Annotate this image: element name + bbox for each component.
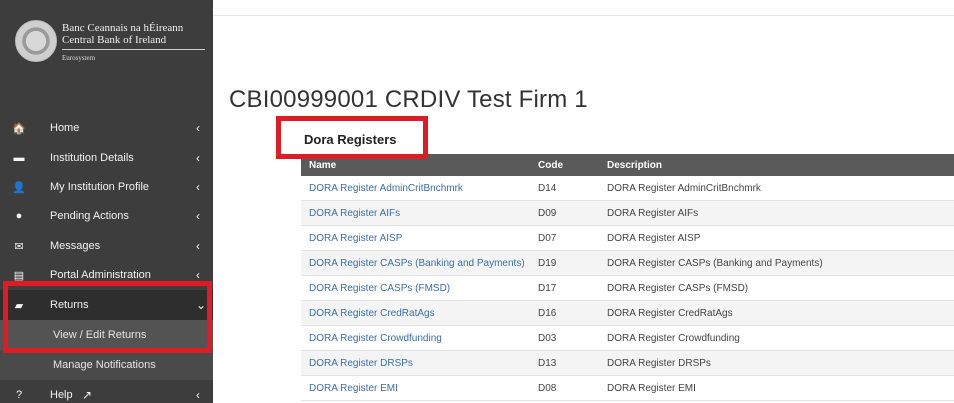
sidebar-item-help[interactable]: ? Help ↗ ‹ — [0, 380, 213, 403]
dora-registers-table: Name Code Description DORA Register Admi… — [301, 154, 954, 401]
register-name-link[interactable]: DORA Register CASPs (FMSD) — [309, 276, 450, 301]
sidebar-item-messages[interactable]: ✉ Messages ‹ — [0, 231, 213, 261]
table-row: DORA Register Crowdfunding D03 DORA Regi… — [301, 326, 954, 351]
table-row: DORA Register CASPs (Banking and Payment… — [301, 251, 954, 276]
sidebar-item-label: Help — [50, 389, 73, 401]
register-code: D14 — [538, 183, 557, 194]
register-description: DORA Register AISP — [607, 233, 701, 244]
chevron-left-icon: ‹ — [196, 388, 200, 402]
sidebar-item-pending-actions[interactable]: ● Pending Actions ‹ — [0, 201, 213, 231]
register-code: D09 — [538, 208, 557, 219]
register-description: DORA Register EMI — [607, 383, 696, 394]
register-code: D16 — [538, 308, 557, 319]
user-icon: 👤 — [12, 181, 26, 194]
bank-logo[interactable]: Banc Ceannais na hÉireann Central Bank o… — [15, 20, 215, 70]
register-code: D19 — [538, 258, 557, 269]
register-code: D08 — [538, 383, 557, 394]
chevron-left-icon: ‹ — [196, 180, 200, 194]
sidebar-item-label: Home — [50, 122, 80, 134]
register-code: D07 — [538, 233, 557, 244]
sidebar-item-label: Portal Administration — [50, 269, 151, 281]
chevron-left-icon: ‹ — [196, 209, 200, 223]
register-name-link[interactable]: DORA Register CredRatAgs — [309, 301, 435, 326]
table-row: DORA Register CASPs (FMSD) D17 DORA Regi… — [301, 276, 954, 301]
chevron-left-icon: ‹ — [196, 121, 200, 135]
page-title: CBI00999001 CRDIV Test Firm 1 — [229, 86, 588, 113]
sidebar-subitem-label: Manage Notifications — [53, 359, 156, 371]
app-root: Banc Ceannais na hÉireann Central Bank o… — [0, 0, 954, 403]
register-name-link[interactable]: DORA Register DRSPs — [309, 351, 413, 376]
table-row: DORA Register DRSPs D13 DORA Register DR… — [301, 351, 954, 376]
chevron-left-icon: ‹ — [196, 151, 200, 165]
register-description: DORA Register DRSPs — [607, 358, 711, 369]
register-name-link[interactable]: DORA Register EMI — [309, 376, 398, 401]
sidebar-item-label: My Institution Profile — [50, 181, 150, 193]
register-code: D17 — [538, 283, 557, 294]
register-code: D13 — [538, 358, 557, 369]
bank-name-english: Central Bank of Ireland — [62, 34, 167, 46]
admin-icon: ▤ — [13, 269, 25, 282]
table-row: DORA Register AdminCritBnchmrk D14 DORA … — [301, 176, 954, 201]
column-header-description[interactable]: Description — [607, 154, 662, 176]
sidebar-item-label: Messages — [50, 240, 101, 252]
column-header-code[interactable]: Code — [538, 154, 563, 176]
sidebar-item-home[interactable]: 🏠 Home ‹ — [0, 113, 213, 143]
sidebar-item-my-institution-profile[interactable]: 👤 My Institution Profile ‹ — [0, 172, 213, 202]
bank-name-irish: Banc Ceannais na hÉireann — [62, 22, 184, 34]
sidebar-item-label: Institution Details — [50, 152, 134, 164]
highlight-box-dora-registers — [276, 116, 428, 159]
register-description: DORA Register AdminCritBnchmrk — [607, 183, 761, 194]
home-icon: 🏠 — [12, 122, 26, 135]
harp-seal-icon — [15, 20, 57, 62]
table-row: DORA Register AISP D07 DORA Register AIS… — [301, 226, 954, 251]
register-description: DORA Register AIFs — [607, 208, 699, 219]
table-row: DORA Register AIFs D09 DORA Register AIF… — [301, 201, 954, 226]
highlight-box-returns-menu — [3, 281, 212, 353]
logo-divider — [62, 49, 205, 50]
external-link-icon: ↗ — [82, 388, 93, 402]
register-name-link[interactable]: DORA Register AISP — [309, 226, 402, 251]
sidebar-item-institution-details[interactable]: ▬ Institution Details ‹ — [0, 143, 213, 173]
register-code: D03 — [538, 333, 557, 344]
register-name-link[interactable]: DORA Register Crowdfunding — [309, 326, 442, 351]
chevron-left-icon: ‹ — [196, 239, 200, 253]
sidebar-subitem-manage-notifications[interactable]: Manage Notifications — [0, 350, 213, 380]
register-description: DORA Register CredRatAgs — [607, 308, 733, 319]
envelope-icon: ✉ — [14, 240, 24, 253]
table-row: DORA Register EMI D08 DORA Register EMI — [301, 376, 954, 401]
chevron-left-icon: ‹ — [196, 268, 200, 282]
help-icon: ? — [15, 389, 23, 401]
register-name-link[interactable]: DORA Register AIFs — [309, 201, 400, 226]
register-description: DORA Register Crowdfunding — [607, 333, 740, 344]
eurosystem-label: Eurosystem — [62, 54, 96, 62]
table-row: DORA Register CredRatAgs D16 DORA Regist… — [301, 301, 954, 326]
top-bar — [213, 0, 954, 16]
register-description: DORA Register CASPs (FMSD) — [607, 283, 749, 294]
sidebar-item-label: Pending Actions — [50, 210, 129, 222]
register-name-link[interactable]: DORA Register AdminCritBnchmrk — [309, 176, 463, 201]
info-icon: ● — [15, 210, 23, 222]
register-name-link[interactable]: DORA Register CASPs (Banking and Payment… — [309, 251, 525, 276]
institution-icon: ▬ — [13, 152, 25, 164]
register-description: DORA Register CASPs (Banking and Payment… — [607, 258, 823, 269]
